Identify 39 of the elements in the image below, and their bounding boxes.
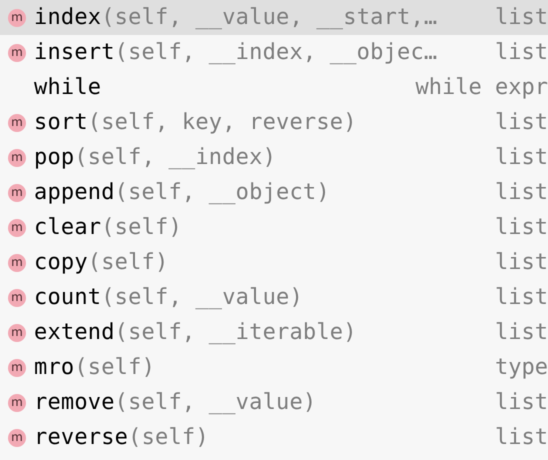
completion-type: list — [494, 110, 548, 135]
method-icon: m — [8, 184, 26, 202]
completion-type: list — [494, 320, 548, 345]
completion-signature: index(self, __value, __start,… — [34, 5, 438, 30]
method-icon: m — [8, 218, 26, 236]
completion-signature: copy(self) — [34, 250, 170, 275]
method-icon: m — [8, 428, 26, 446]
completion-signature: count(self, __value) — [34, 285, 304, 310]
method-icon: m — [8, 254, 26, 272]
completion-type: list — [494, 5, 548, 30]
method-icon: m — [8, 288, 26, 306]
method-icon: m — [8, 8, 26, 26]
completion-type: while expr — [414, 75, 548, 100]
completion-type: list — [494, 180, 548, 205]
completion-type: list — [494, 215, 548, 240]
method-icon: m — [8, 358, 26, 376]
completion-type: list — [494, 390, 548, 415]
completion-signature: reverse(self) — [34, 425, 210, 450]
completion-item[interactable]: m index(self, __value, __start,… list — [0, 0, 548, 35]
completion-signature: insert(self, __index, __objec… — [34, 40, 438, 65]
completion-signature: append(self, __object) — [34, 180, 331, 205]
completion-type: list — [494, 425, 548, 450]
completion-signature: extend(self, __iterable) — [34, 320, 358, 345]
completion-type: list — [494, 145, 548, 170]
completion-signature: mro(self) — [34, 355, 156, 380]
completion-type: list — [494, 40, 548, 65]
completion-signature: sort(self, key, reverse) — [34, 110, 358, 135]
completion-type: list — [494, 285, 548, 310]
method-icon: m — [8, 44, 26, 62]
completion-signature: pop(self, __index) — [34, 145, 278, 170]
completion-signature: remove(self, __value) — [34, 390, 318, 415]
completion-signature: clear(self) — [34, 215, 183, 240]
method-icon: m — [8, 324, 26, 342]
method-icon: m — [8, 148, 26, 166]
completion-type: list — [494, 250, 548, 275]
completion-type: type — [494, 355, 548, 380]
method-icon: m — [8, 394, 26, 412]
completion-name: while — [34, 75, 102, 100]
method-icon: m — [8, 114, 26, 132]
